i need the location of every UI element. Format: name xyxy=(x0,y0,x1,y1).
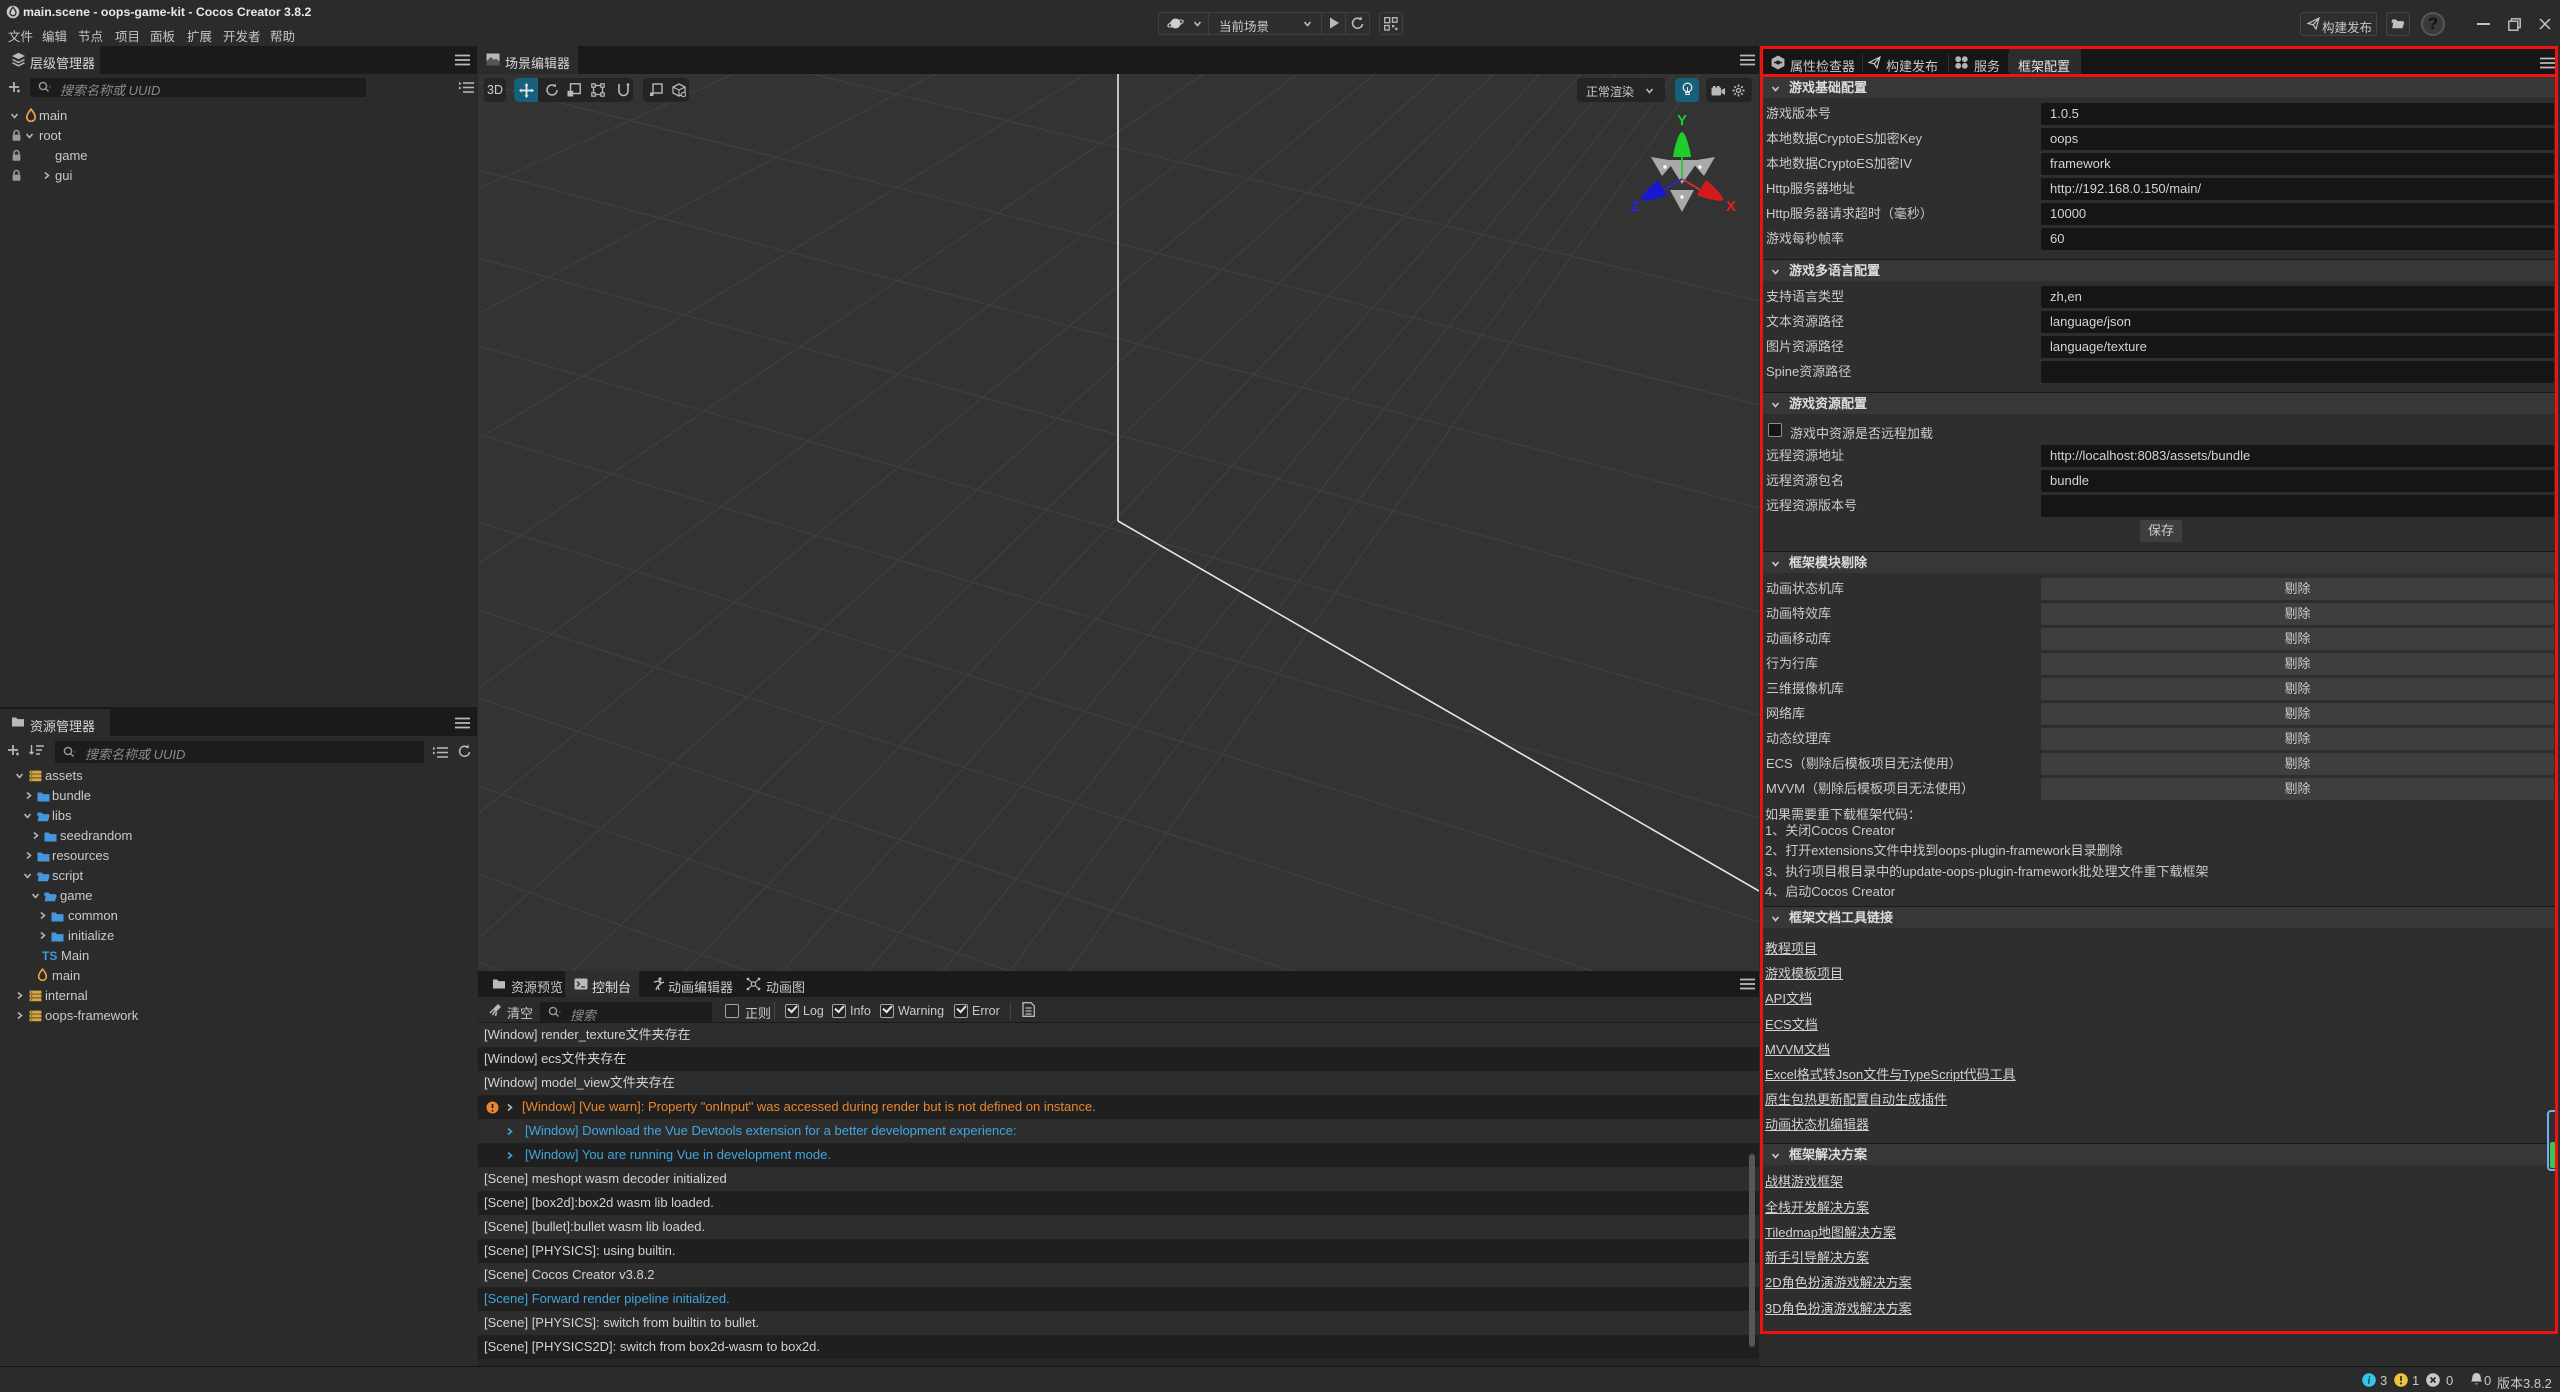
svg-text:Y: Y xyxy=(1677,112,1687,129)
svg-text:Z: Z xyxy=(1630,198,1639,215)
svg-text:i: i xyxy=(2368,1376,2371,1387)
svg-text:X: X xyxy=(1726,198,1736,215)
